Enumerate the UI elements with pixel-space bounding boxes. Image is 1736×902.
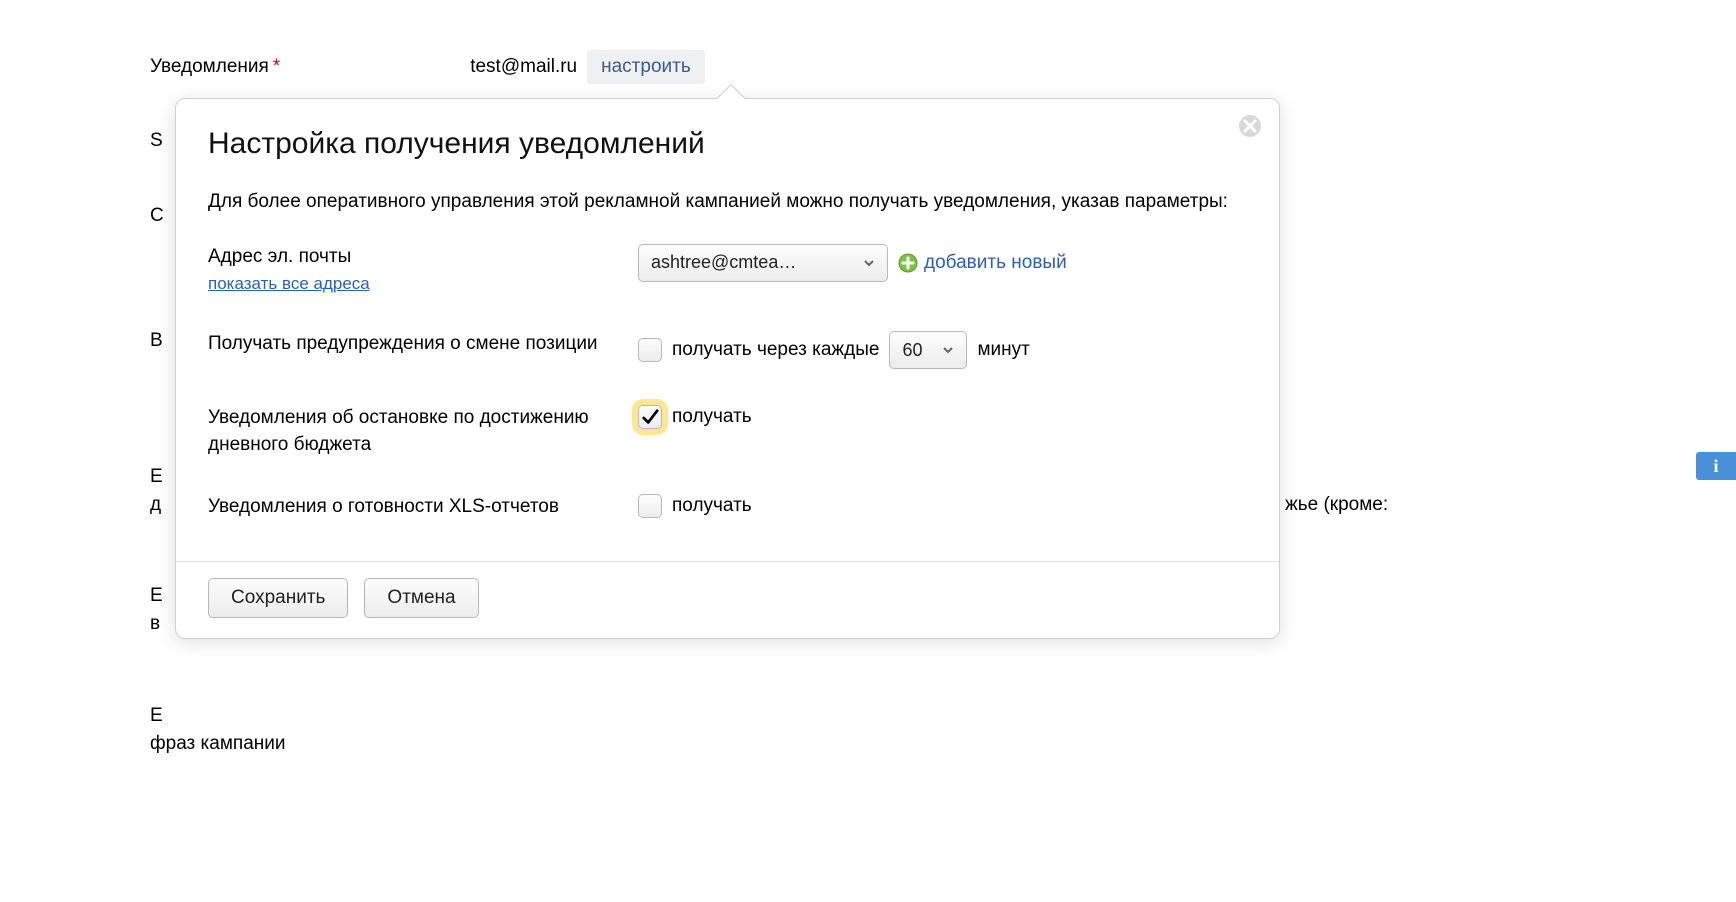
bg-row-e2b: в [150, 613, 160, 635]
bg-trail-text: жье (кроме: [1285, 494, 1388, 516]
configure-button[interactable]: настроить [587, 50, 705, 84]
chevron-down-icon [863, 257, 875, 269]
bg-notifications-label: Уведомления [150, 56, 269, 78]
plus-icon [898, 253, 918, 273]
email-select-value: ashtree@cmtea… [651, 252, 796, 273]
close-icon[interactable] [1237, 113, 1263, 139]
position-warnings-label: Получать предупреждения о смене позиции [208, 331, 638, 358]
chevron-down-icon [942, 344, 954, 356]
notifications-settings-modal: Настройка получения уведомлений Для боле… [175, 98, 1280, 639]
email-row: Адрес эл. почты показать все адреса asht… [208, 244, 1247, 296]
bg-row-b: В [150, 330, 163, 352]
position-warnings-checkbox[interactable] [638, 338, 662, 362]
xls-reports-label: Уведомления о готовности XLS-отчетов [208, 494, 638, 521]
budget-stop-checkbox[interactable] [638, 405, 662, 429]
xls-reports-checkbox[interactable] [638, 494, 662, 518]
interval-value: 60 [902, 340, 922, 361]
bg-row-e1b: д [150, 494, 161, 516]
interval-unit: минут [977, 339, 1029, 361]
bg-row-e3b: фраз кампании [150, 733, 285, 755]
cancel-button[interactable]: Отмена [364, 578, 478, 618]
email-label: Адрес эл. почты [208, 244, 638, 271]
xls-chk-label: получать [672, 495, 752, 517]
interval-select[interactable]: 60 [889, 331, 967, 369]
position-chk-label: получать через каждые [672, 339, 879, 361]
save-button[interactable]: Сохранить [208, 578, 348, 618]
bg-row-c: С [150, 205, 164, 227]
add-new-label: добавить новый [924, 252, 1067, 274]
modal-title: Настройка получения уведомлений [208, 127, 1247, 161]
required-star: * [273, 56, 280, 78]
budget-stop-label: Уведомления об остановке по достижению д… [208, 405, 638, 458]
xls-reports-row: Уведомления о готовности XLS-отчетов пол… [208, 494, 1247, 521]
budget-chk-label: получать [672, 406, 752, 428]
email-select[interactable]: ashtree@cmtea… [638, 244, 888, 282]
modal-description: Для более оперативного управления этой р… [208, 189, 1247, 216]
show-all-addresses-link[interactable]: показать все адреса [208, 274, 370, 294]
bg-row-e3a: Е [150, 705, 163, 727]
position-warnings-row: Получать предупреждения о смене позиции … [208, 331, 1247, 369]
budget-stop-row: Уведомления об остановке по достижению д… [208, 405, 1247, 458]
bg-row-e2a: Е [150, 585, 163, 607]
modal-footer: Сохранить Отмена [176, 561, 1279, 638]
bg-row-s: S [150, 130, 163, 152]
add-new-email-link[interactable]: добавить новый [898, 252, 1067, 274]
bg-row-e1a: Е [150, 466, 163, 488]
info-badge[interactable]: i [1696, 452, 1736, 480]
bg-notifications-email: test@mail.ru [470, 56, 577, 78]
